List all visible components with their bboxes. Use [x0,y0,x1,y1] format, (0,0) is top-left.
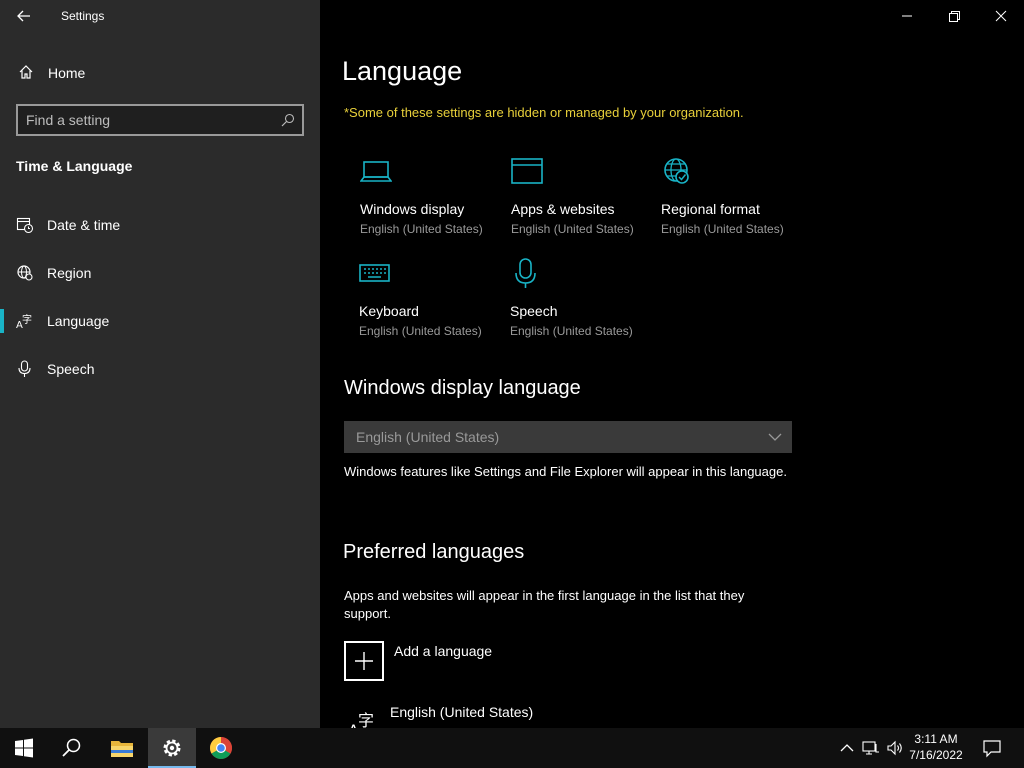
date-time-icon [16,217,34,234]
chrome-button[interactable] [197,728,245,768]
tile-keyboard[interactable]: Keyboard English (United States) [359,257,499,347]
clock-time: 3:11 AM [914,732,958,746]
start-button[interactable] [0,728,48,768]
sidebar-item-label: Speech [47,361,95,377]
sidebar-item-label: Region [47,265,92,281]
chevron-down-icon [768,433,782,441]
preferred-languages-description: Apps and websites will appear in the fir… [344,588,745,621]
svg-text:字: 字 [358,711,374,728]
settings-taskbar-button[interactable] [148,728,196,768]
taskbar: 3:11 AM 7/16/2022 [0,728,1024,768]
add-box [344,641,384,681]
laptop-icon [360,161,392,182]
tile-windows-display[interactable]: Windows display English (United States) [360,155,500,245]
tile-speech[interactable]: Speech English (United States) [510,257,650,347]
gear-icon [163,739,181,757]
tile-value: English (United States) [360,222,483,236]
preferred-languages-heading: Preferred languages [343,541,525,563]
back-arrow-icon [17,10,30,22]
system-tray [836,728,906,768]
minimize-icon [902,15,912,17]
tile-value: English (United States) [510,324,633,338]
language-icon: A 字 [16,313,32,330]
window-controls [884,0,1024,32]
tile-value: English (United States) [511,222,634,236]
svg-text:字: 字 [22,313,32,326]
close-icon [995,10,1007,22]
tile-name: Speech [510,303,558,319]
chevron-up-icon[interactable] [840,741,854,755]
tile-name: Windows display [360,201,465,217]
home-icon [19,65,33,79]
keyboard-icon [359,264,390,282]
volume-icon[interactable] [886,739,904,757]
sidebar-item-speech[interactable]: Speech [0,349,320,389]
add-language-label: Add a language [394,643,493,659]
search-button[interactable] [48,728,96,768]
notifications-button[interactable] [972,728,1012,768]
search-box[interactable] [16,104,304,136]
region-icon [17,265,33,281]
globe-icon [664,158,689,184]
close-button[interactable] [978,0,1024,32]
home-label: Home [48,65,86,81]
display-language-heading: Windows display language [344,377,581,399]
app-title: Settings [61,9,105,23]
network-icon[interactable] [862,739,880,757]
tile-value: English (United States) [661,222,784,236]
browser-window-icon [511,158,543,184]
windows-logo-icon [15,738,33,758]
active-indicator [0,309,4,333]
sidebar-item-label: Language [47,313,110,329]
main-content: Language *Some of these settings are hid… [320,0,1024,728]
tile-name: Regional format [661,201,760,217]
tile-name: Keyboard [359,303,419,319]
search-icon [62,738,81,757]
sidebar-item-label: Date & time [47,217,121,233]
back-button[interactable] [12,6,36,26]
file-explorer-button[interactable] [98,728,146,768]
folder-icon [111,741,133,757]
sidebar: Settings Home Time & Language Date & tim… [0,0,320,728]
microphone-icon [515,258,536,288]
display-language-dropdown[interactable]: English (United States) [344,421,792,453]
home-link[interactable]: Home [16,62,306,84]
sidebar-item-region[interactable]: Region [0,253,320,293]
clock[interactable]: 3:11 AM 7/16/2022 [906,731,966,763]
restore-button[interactable] [931,0,977,32]
language-name: English (United States) [390,704,534,720]
search-input[interactable] [26,111,266,129]
minimize-button[interactable] [884,0,930,32]
notification-icon [983,740,1001,758]
language-icon: A 字 [348,711,374,728]
tile-name: Apps & websites [511,201,615,217]
add-language-button[interactable]: Add a language [344,641,644,681]
language-list-item[interactable]: A 字 English (United States) [344,700,744,728]
plus-icon [355,652,373,670]
managed-notice: *Some of these settings are hidden or ma… [344,105,744,120]
display-language-description: Windows features like Settings and File … [344,464,787,479]
dropdown-value: English (United States) [356,429,500,445]
tile-value: English (United States) [359,324,482,338]
chrome-icon [210,737,232,759]
clock-date: 7/16/2022 [909,748,963,762]
tile-apps-websites[interactable]: Apps & websites English (United States) [511,155,651,245]
search-icon[interactable] [280,112,296,128]
microphone-icon [18,360,31,377]
sidebar-item-date-time[interactable]: Date & time [0,205,320,245]
restore-icon [949,11,960,22]
title-bar: Settings [0,0,320,32]
sidebar-item-language[interactable]: A 字 Language [0,301,320,341]
section-title: Time & Language [16,158,133,174]
page-title: Language [342,56,463,86]
tile-regional-format[interactable]: Regional format English (United States) [661,155,801,245]
